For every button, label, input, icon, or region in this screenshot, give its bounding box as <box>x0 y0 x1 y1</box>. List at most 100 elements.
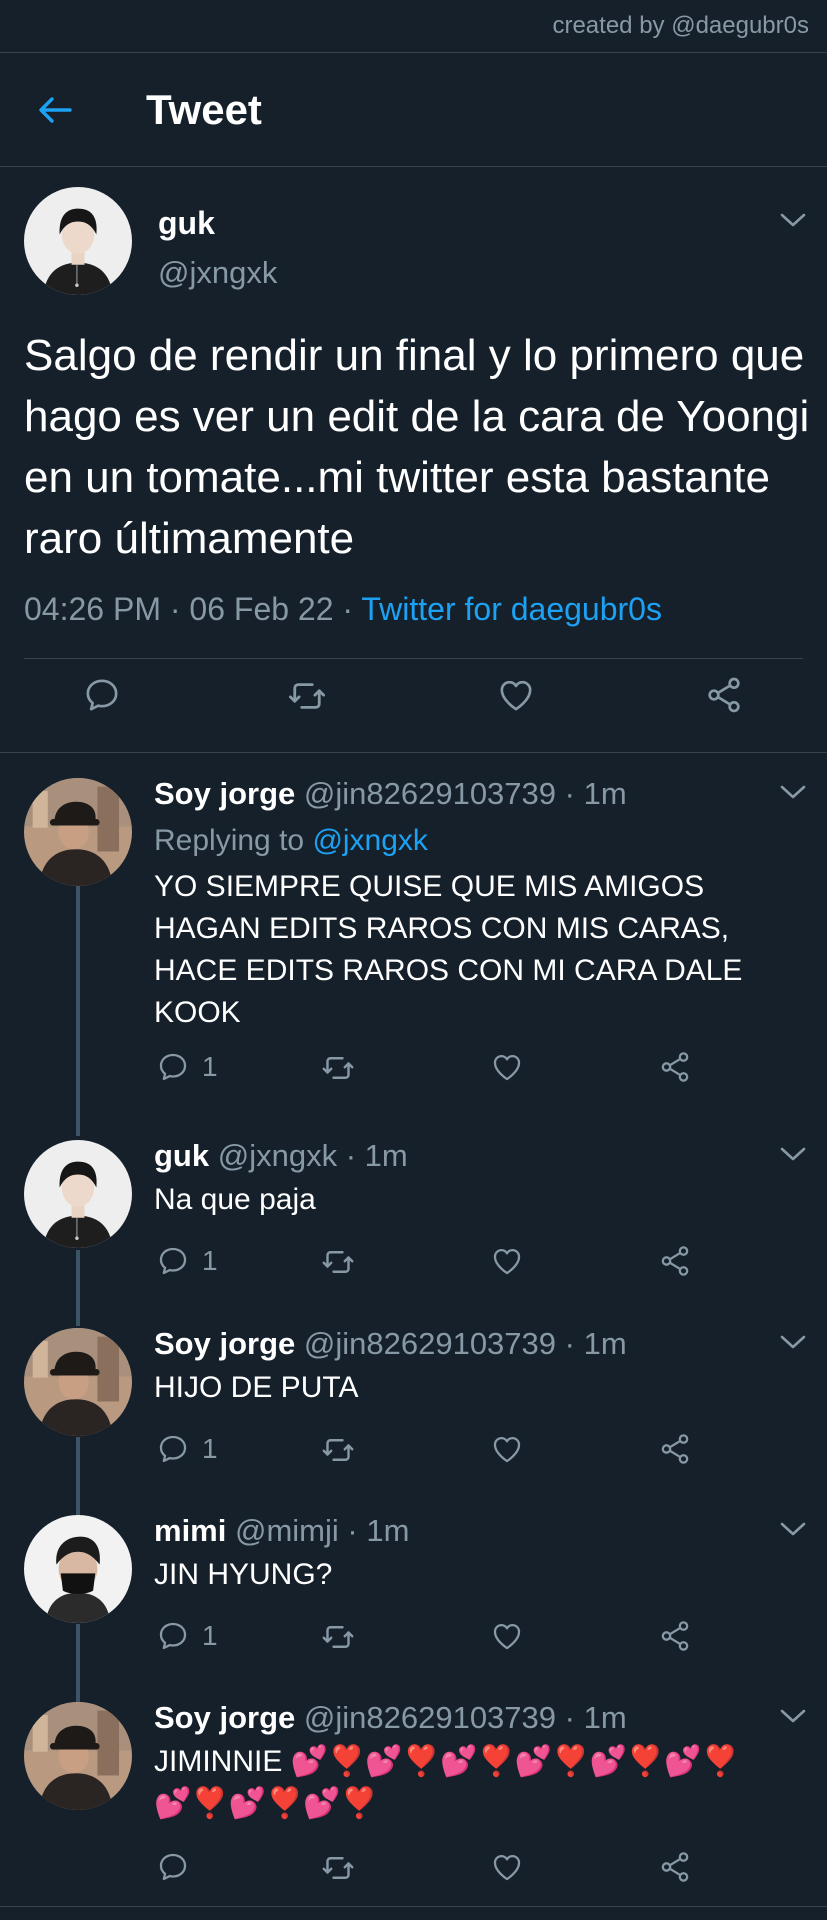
reply-tweet[interactable]: guk @jxngxk · 1m Na que paja 1 <box>0 1130 827 1310</box>
share-button[interactable] <box>658 1244 692 1278</box>
reply-button[interactable]: 1 <box>156 1432 218 1466</box>
reply-tweet[interactable]: mimi @mimji · 1m JIN HYUNG? 1 <box>0 1505 827 1685</box>
reply-text: YO SIEMPRE QUISE QUE MIS AMIGOS HAGAN ED… <box>154 870 743 1029</box>
retweet-button[interactable] <box>320 1244 356 1280</box>
reply-action-bar: 1 <box>0 1244 827 1304</box>
tweet-text: Salgo de rendir un final y lo primero qu… <box>24 331 810 563</box>
chevron-down-icon[interactable] <box>778 1144 808 1164</box>
reply-author-handle[interactable]: @jxngxk <box>218 1138 337 1173</box>
reply-header: Soy jorge @jin82629103739 · 1m <box>154 1700 627 1736</box>
share-icon <box>658 1850 692 1884</box>
status-divider <box>0 52 827 53</box>
tweet-time: 04:26 PM <box>24 591 161 627</box>
share-icon <box>704 675 744 715</box>
reply-author-handle[interactable]: @jin82629103739 <box>304 776 556 811</box>
reply-author-handle[interactable]: @mimji <box>235 1513 339 1548</box>
retweet-button[interactable] <box>320 1432 356 1468</box>
retweet-button[interactable] <box>320 1619 356 1655</box>
heart-icon <box>490 1432 524 1466</box>
reply-time: 1m <box>364 1138 408 1173</box>
avatar[interactable] <box>24 1515 132 1623</box>
reply-action-bar: 1 <box>0 1050 827 1110</box>
share-button[interactable] <box>704 675 744 715</box>
reply-header: Soy jorge @jin82629103739 · 1m <box>154 1326 627 1362</box>
reply-text: JIMINNIE 💕❣️💕❣️💕❣️💕❣️💕❣️💕❣️💕❣️💕❣️💕❣️ <box>154 1745 739 1820</box>
reply-tweet[interactable]: Soy jorge @jin82629103739 · 1m JIMINNIE … <box>0 1692 827 1906</box>
like-button[interactable] <box>490 1432 524 1466</box>
reply-icon <box>156 1850 190 1884</box>
like-button[interactable] <box>490 1050 524 1084</box>
reply-tweet[interactable]: Soy jorge @jin82629103739 · 1m Replying … <box>0 768 827 1118</box>
avatar[interactable] <box>24 1328 132 1436</box>
reply-action-bar: 1 <box>0 1619 827 1679</box>
reply-button[interactable] <box>82 675 122 715</box>
tweet-source-link[interactable]: Twitter for daegubr0s <box>361 591 662 627</box>
replying-to-link[interactable]: @jxngxk <box>312 824 428 857</box>
reply-button[interactable]: 1 <box>156 1050 218 1084</box>
arrow-left-icon <box>39 97 72 123</box>
reply-icon <box>156 1244 190 1278</box>
reply-button[interactable] <box>156 1850 202 1884</box>
share-button[interactable] <box>658 1432 692 1466</box>
replying-to-label: Replying to <box>154 824 305 857</box>
retweet-button[interactable] <box>286 675 328 717</box>
share-button[interactable] <box>658 1050 692 1084</box>
avatar[interactable] <box>24 1702 132 1810</box>
chevron-down-icon[interactable] <box>778 1519 808 1539</box>
meta-separator: · <box>169 591 181 627</box>
share-button[interactable] <box>658 1850 692 1884</box>
reply-time: 1m <box>583 776 627 811</box>
reply-icon <box>156 1432 190 1466</box>
heart-icon <box>490 1850 524 1884</box>
avatar[interactable] <box>24 1140 132 1248</box>
reply-author-handle[interactable]: @jin82629103739 <box>304 1700 556 1735</box>
reply-icon <box>156 1050 190 1084</box>
avatar[interactable] <box>24 187 132 295</box>
page-title: Tweet <box>146 86 262 133</box>
like-button[interactable] <box>490 1244 524 1278</box>
reply-tweet[interactable]: Soy jorge @jin82629103739 · 1m HIJO DE P… <box>0 1318 827 1498</box>
reply-time: 1m <box>583 1700 627 1735</box>
tweet-meta: 04:26 PM · 06 Feb 22 · Twitter for daegu… <box>24 591 662 628</box>
credit-watermark: created by @daegubr0s <box>552 12 809 39</box>
author-name[interactable]: guk <box>158 205 215 242</box>
meta-separator: · <box>564 1700 575 1735</box>
retweet-button[interactable] <box>320 1050 356 1086</box>
meta-separator: · <box>564 1326 575 1361</box>
avatar[interactable] <box>24 778 132 886</box>
main-action-bar <box>0 669 827 729</box>
reply-count: 1 <box>202 1620 218 1651</box>
back-button[interactable] <box>34 88 78 132</box>
reply-icon <box>82 675 122 715</box>
reply-author-name[interactable]: guk <box>154 1138 209 1173</box>
chevron-down-icon[interactable] <box>778 210 808 230</box>
share-icon <box>658 1432 692 1466</box>
reply-author-name[interactable]: Soy jorge <box>154 1700 295 1735</box>
like-button[interactable] <box>490 1850 524 1884</box>
meta-separator: · <box>345 1138 357 1173</box>
reply-count: 1 <box>202 1433 218 1464</box>
reply-icon <box>156 1619 190 1653</box>
reply-author-name[interactable]: mimi <box>154 1513 226 1548</box>
reply-author-name[interactable]: Soy jorge <box>154 1326 295 1361</box>
share-icon <box>658 1244 692 1278</box>
share-icon <box>658 1050 692 1084</box>
chevron-down-icon[interactable] <box>778 782 808 802</box>
reply-author-handle[interactable]: @jin82629103739 <box>304 1326 556 1361</box>
share-button[interactable] <box>658 1619 692 1653</box>
retweet-button[interactable] <box>320 1850 356 1886</box>
author-handle[interactable]: @jxngxk <box>158 255 277 291</box>
reply-author-name[interactable]: Soy jorge <box>154 776 295 811</box>
like-button[interactable] <box>490 1619 524 1653</box>
reply-button[interactable]: 1 <box>156 1244 218 1278</box>
reply-button[interactable]: 1 <box>156 1619 218 1653</box>
retweet-icon <box>286 675 328 717</box>
chevron-down-icon[interactable] <box>778 1706 808 1726</box>
main-tweet: guk @jxngxk Salgo de rendir un final y l… <box>0 167 827 752</box>
reply-text: HIJO DE PUTA <box>154 1371 359 1404</box>
reply-header: mimi @mimji · 1m <box>154 1513 409 1549</box>
like-button[interactable] <box>496 675 536 715</box>
reply-text: JIN HYUNG? <box>154 1558 333 1591</box>
chevron-down-icon[interactable] <box>778 1332 808 1352</box>
retweet-icon <box>320 1619 356 1655</box>
